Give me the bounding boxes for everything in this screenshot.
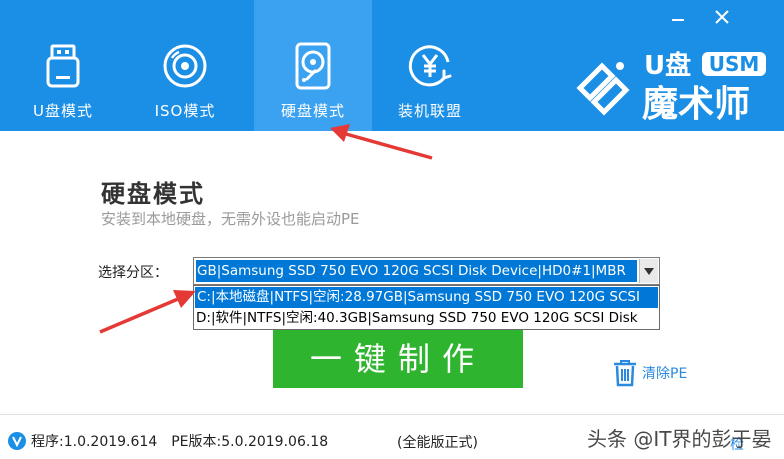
- partition-dropdown-list: C:|本地磁盘|NTFS|空闲:28.97GB|Samsung SSD 750 …: [193, 285, 660, 330]
- tab-label: 硬盘模式: [280, 102, 345, 120]
- version-icon: [8, 432, 26, 450]
- chevron-down-icon: [644, 267, 654, 275]
- page-title: 硬盘模式: [101, 180, 205, 208]
- tab-hard-disk-mode[interactable]: 硬盘模式: [254, 0, 372, 131]
- partition-option-d[interactable]: D:|软件|NTFS|空闲:40.3GB|Samsung SSD 750 EVO…: [194, 308, 659, 329]
- header-bar: U盘模式 ISO模式 硬盘模式 装机联盟 U盘 USM 魔术师: [0, 0, 784, 131]
- tab-iso-mode[interactable]: ISO模式: [126, 0, 244, 131]
- tab-install-alliance[interactable]: 装机联盟: [371, 0, 489, 131]
- logo-text-top: U盘: [644, 50, 691, 81]
- tab-usb-mode[interactable]: U盘模式: [4, 0, 122, 131]
- minimize-icon: [672, 19, 684, 21]
- page-subtitle: 安装到本地硬盘，无需外设也能启动PE: [101, 210, 360, 228]
- status-bar: 程序:1.0.2019.614 PE版本:5.0.2019.06.18: [8, 430, 328, 452]
- close-icon: [715, 10, 729, 24]
- partition-selected-value: GB|Samsung SSD 750 EVO 120G SCSI Disk De…: [196, 260, 637, 282]
- hard-disk-icon: [295, 42, 331, 90]
- annotation-arrow-option: [99, 290, 196, 334]
- close-button[interactable]: [709, 4, 735, 30]
- one-click-make-button[interactable]: 一键制作: [273, 322, 523, 388]
- partition-select[interactable]: GB|Samsung SSD 750 EVO 120G SCSI Disk De…: [193, 257, 660, 285]
- logo-text-bottom: 魔术师: [642, 84, 750, 124]
- logo-mark-icon: [576, 62, 630, 116]
- partition-option-c[interactable]: C:|本地磁盘|NTFS|空闲:28.97GB|Samsung SSD 750 …: [195, 287, 658, 308]
- footer-divider: [0, 414, 784, 415]
- clear-pe-button[interactable]: 清除PE: [612, 359, 687, 387]
- partition-label: 选择分区：: [98, 265, 168, 281]
- tab-label: U盘模式: [33, 102, 93, 120]
- program-version: 程序:1.0.2019.614: [31, 434, 158, 450]
- dropdown-arrow-button[interactable]: [639, 259, 658, 283]
- tab-label: ISO模式: [154, 102, 216, 120]
- edition-label: (全能版正式): [397, 435, 478, 451]
- yen-coin-icon: [408, 45, 452, 87]
- usb-drive-icon: [46, 44, 80, 88]
- minimize-button[interactable]: [665, 4, 691, 30]
- u-disk-magician-logo: U盘 USM 魔术师: [576, 50, 766, 124]
- disc-icon: [163, 44, 207, 88]
- logo-badge: USM: [709, 52, 760, 76]
- tab-label: 装机联盟: [397, 102, 462, 120]
- trash-icon: [614, 360, 636, 387]
- clear-pe-label: 清除PE: [642, 366, 688, 382]
- watermark: 头条 @IT界的彭于晏: [587, 427, 772, 451]
- pe-version: PE版本:5.0.2019.06.18: [171, 434, 329, 450]
